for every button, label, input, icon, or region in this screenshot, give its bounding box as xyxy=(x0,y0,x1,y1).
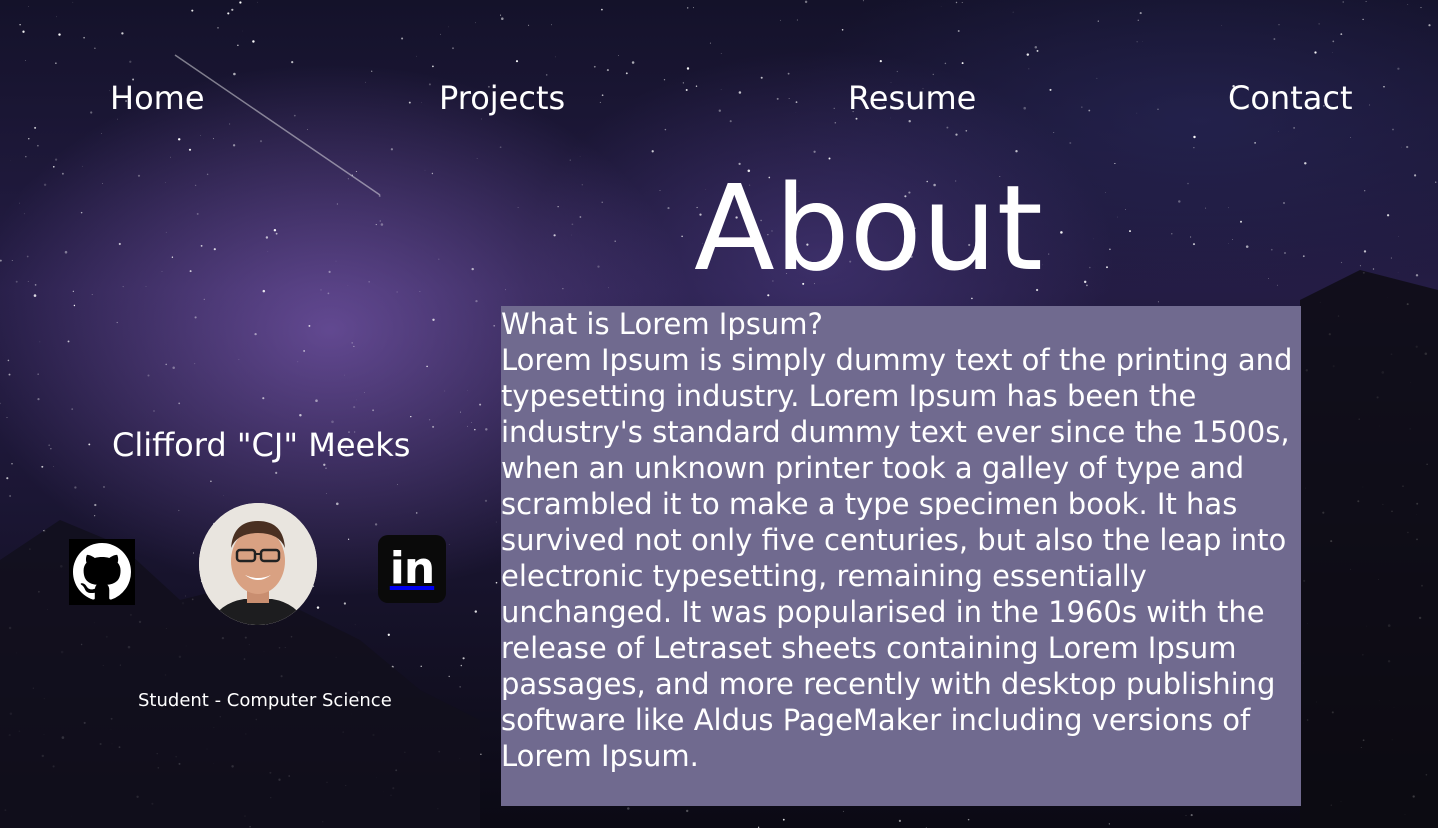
profile-name: Clifford "CJ" Meeks xyxy=(112,426,411,464)
linkedin-link[interactable]: in xyxy=(378,535,446,603)
github-link[interactable] xyxy=(69,539,135,605)
profile-photo xyxy=(199,503,317,625)
about-body-text: Lorem Ipsum is simply dummy text of the … xyxy=(501,343,1293,773)
linkedin-icon: in xyxy=(389,543,435,594)
avatar xyxy=(199,503,317,625)
about-heading: What is Lorem Ipsum? xyxy=(501,307,823,341)
profile-subtitle: Student - Computer Science xyxy=(138,690,392,711)
nav-projects-link[interactable]: Projects xyxy=(439,78,565,118)
nav-home-link[interactable]: Home xyxy=(110,78,205,118)
nav-contact-link[interactable]: Contact xyxy=(1228,78,1353,118)
github-icon xyxy=(73,543,131,600)
about-section: What is Lorem Ipsum? Lorem Ipsum is simp… xyxy=(501,306,1301,806)
page-title: About xyxy=(694,159,1043,297)
main-navigation: Home Projects Resume Contact xyxy=(0,78,1438,118)
nav-resume-link[interactable]: Resume xyxy=(848,78,976,118)
